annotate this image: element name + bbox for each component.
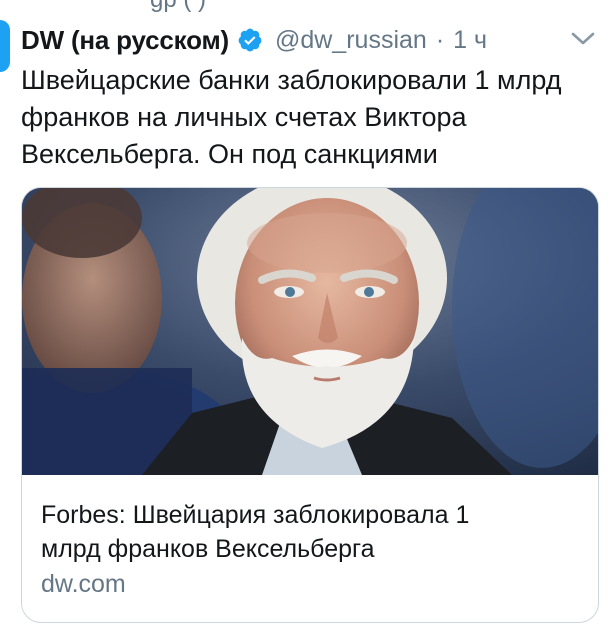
tweet-text-line: франков на личных счетах Виктора bbox=[21, 102, 467, 132]
avatar[interactable] bbox=[0, 20, 10, 72]
verified-badge-icon bbox=[238, 28, 262, 52]
author-display-name[interactable]: DW (на русском) bbox=[21, 25, 229, 56]
previous-tweet-fragment: gp ( ) bbox=[0, 0, 615, 14]
tweet-text-line: Вексельберга. Он под санкциями bbox=[21, 139, 438, 169]
chevron-down-icon[interactable] bbox=[570, 28, 596, 50]
card-domain[interactable]: dw.com bbox=[41, 567, 580, 601]
separator-dot: · bbox=[435, 25, 445, 54]
news-photo-icon bbox=[22, 188, 598, 475]
tweet-text-line: Швейцарские банки заблокировали 1 млрд bbox=[21, 65, 562, 95]
tweet-timestamp[interactable]: 1 ч bbox=[453, 26, 487, 55]
card-body: Forbes: Швейцария заблокировала 1 млрд ф… bbox=[41, 498, 580, 601]
author-handle[interactable]: @dw_russian bbox=[275, 26, 427, 55]
tweet-header: DW (на русском) @dw_russian · 1 ч bbox=[21, 22, 596, 58]
link-preview-card[interactable]: Forbes: Швейцария заблокировала 1 млрд ф… bbox=[21, 187, 599, 623]
card-title-line: Forbes: Швейцария заблокировала 1 bbox=[41, 501, 470, 529]
card-title-line: млрд франков Вексельберга bbox=[41, 535, 375, 563]
card-image[interactable] bbox=[22, 188, 598, 475]
card-title[interactable]: Forbes: Швейцария заблокировала 1 млрд ф… bbox=[41, 498, 580, 566]
tweet-text: Швейцарские банки заблокировали 1 млрд ф… bbox=[21, 62, 601, 173]
previous-tweet-fragment-text: gp ( ) bbox=[150, 0, 206, 14]
